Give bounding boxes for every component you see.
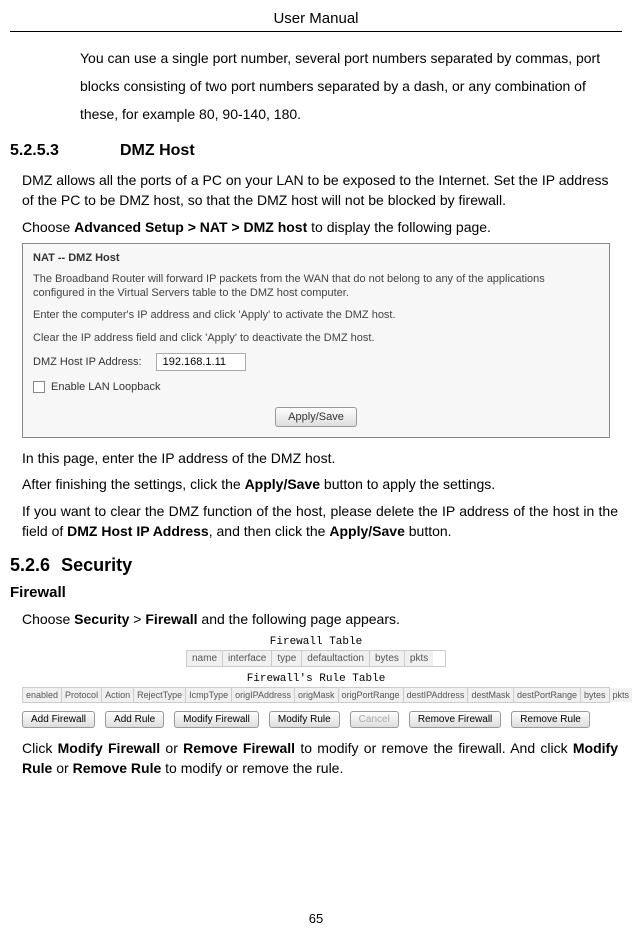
text-segment: to display the following page. [307,219,491,235]
fw-col-bytes: bytes [370,651,405,666]
rule-col-enabled: enabled [23,688,62,702]
rule-col-destmask: destMask [468,688,514,702]
apply-save-bold-2: Apply/Save [329,523,404,539]
apply-save-button[interactable]: Apply/Save [275,407,357,427]
rule-col-pkts: pkts [610,688,632,702]
loopback-label: Enable LAN Loopback [51,381,160,393]
text-segment: Choose [22,611,74,627]
firewall-rule-table-header: enabled Protocol Action RejectType IcmpT… [22,687,610,703]
firewall-button-row: Add Firewall Add Rule Modify Firewall Mo… [22,711,610,728]
dmz-host-ip-bold: DMZ Host IP Address [67,523,209,539]
loopback-row: Enable LAN Loopback [33,381,599,393]
dmz-paragraph-1: DMZ allows all the ports of a PC on your… [10,170,622,211]
remove-rule-button[interactable]: Remove Rule [511,711,590,728]
remove-firewall-button[interactable]: Remove Firewall [409,711,501,728]
add-rule-button[interactable]: Add Rule [105,711,164,728]
text-segment: Click [22,740,58,756]
firewall-paragraph-1: Choose Security > Firewall and the follo… [10,609,622,629]
text-segment: , and then click the [209,523,330,539]
loopback-checkbox[interactable] [33,381,45,393]
panel-desc-2: Enter the computer's IP address and clic… [33,308,599,322]
fw-col-pkts: pkts [405,651,433,666]
modify-firewall-button[interactable]: Modify Firewall [174,711,259,728]
text-segment: After finishing the settings, click the [22,476,245,492]
text-segment: to modify or remove the rule. [161,760,343,776]
firewall-table-header: name interface type defaultaction bytes … [186,650,446,667]
page-header-title: User Manual [10,10,622,32]
firewall-table-title: Firewall Table [22,636,610,648]
firewall-bold: Firewall [145,611,197,627]
rule-col-origportrange: origPortRange [339,688,404,702]
firewall-rule-table-title: Firewall's Rule Table [22,673,610,685]
rule-col-origip: origIPAddress [232,688,295,702]
text-segment: or [160,740,183,756]
ip-address-label: DMZ Host IP Address: [33,356,142,368]
add-firewall-button[interactable]: Add Firewall [22,711,95,728]
modify-firewall-bold: Modify Firewall [58,740,161,756]
text-segment: to modify or remove the firewall. And cl… [295,740,573,756]
fw-col-interface: interface [223,651,272,666]
rule-col-bytes: bytes [581,688,610,702]
remove-firewall-bold: Remove Firewall [183,740,295,756]
panel-desc-3: Clear the IP address field and click 'Ap… [33,331,599,345]
rule-col-destportrange: destPortRange [514,688,581,702]
heading-5-2-6: 5.2.6 Security [10,555,622,576]
dmz-paragraph-3: In this page, enter the IP address of th… [10,448,622,468]
rule-col-action: Action [102,688,134,702]
text-segment: > [129,611,145,627]
dmz-host-panel: NAT -- DMZ Host The Broadband Router wil… [22,243,610,438]
rule-col-origmask: origMask [295,688,339,702]
rule-col-icmptype: IcmpType [186,688,232,702]
modify-rule-button[interactable]: Modify Rule [269,711,340,728]
fw-col-defaultaction: defaultaction [302,651,370,666]
text-segment: or [52,760,72,776]
heading-5-2-5-3: 5.2.5.3DMZ Host [10,142,622,160]
heading-number: 5.2.5.3 [10,142,120,160]
text-segment: and the following page appears. [198,611,400,627]
dmz-ip-input[interactable] [156,353,246,371]
fw-col-type: type [272,651,302,666]
panel-desc-1: The Broadband Router will forward IP pac… [33,272,599,301]
dmz-paragraph-4: After finishing the settings, click the … [10,474,622,494]
cancel-button[interactable]: Cancel [350,711,399,728]
text-segment: button to apply the settings. [320,476,495,492]
security-bold: Security [74,611,129,627]
intro-paragraph: You can use a single port number, severa… [10,44,622,128]
fw-col-name: name [187,651,223,666]
firewall-paragraph-2: Click Modify Firewall or Remove Firewall… [10,738,622,779]
text-segment: button. [405,523,452,539]
page-number: 65 [0,911,632,926]
text-segment: Choose [22,219,74,235]
heading-number: 5.2.6 [10,555,50,576]
rule-col-destip: destIPAddress [404,688,469,702]
rule-col-rejecttype: RejectType [134,688,186,702]
nav-path-bold: Advanced Setup > NAT > DMZ host [74,219,307,235]
dmz-paragraph-2: Choose Advanced Setup > NAT > DMZ host t… [10,217,622,237]
remove-rule-bold: Remove Rule [73,760,162,776]
apply-save-bold: Apply/Save [245,476,320,492]
rule-col-protocol: Protocol [62,688,102,702]
heading-text: DMZ Host [120,142,195,159]
dmz-paragraph-5: If you want to clear the DMZ function of… [10,501,622,542]
heading-text: Security [61,555,132,575]
heading-firewall: Firewall [10,584,622,601]
panel-title: NAT -- DMZ Host [33,252,599,264]
ip-address-row: DMZ Host IP Address: [33,353,599,371]
firewall-panel: Firewall Table name interface type defau… [22,636,610,728]
